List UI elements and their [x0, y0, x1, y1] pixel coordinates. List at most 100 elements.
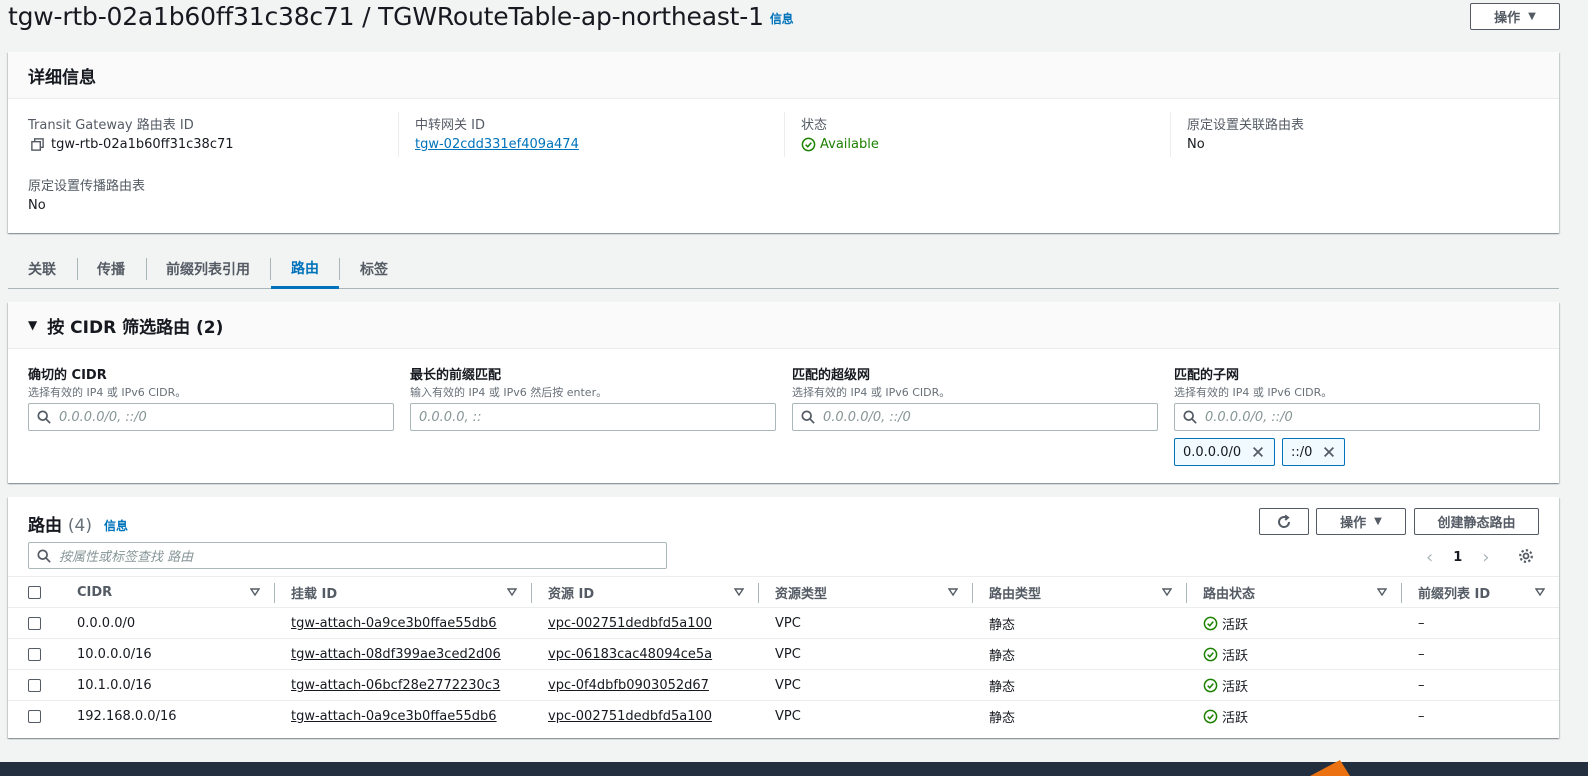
supernet-input[interactable]: 0.0.0.0/0, ::/0 [792, 403, 1158, 431]
subnet-label: 匹配的子网 [1174, 368, 1240, 383]
page-number[interactable]: 1 [1453, 550, 1462, 565]
close-icon[interactable] [1251, 445, 1265, 459]
refresh-button[interactable] [1259, 508, 1309, 535]
create-static-route-button[interactable]: 创建静态路由 [1414, 508, 1539, 535]
page-title-text: tgw-rtb-02a1b60ff31c38c71 / TGWRouteTabl… [8, 2, 764, 31]
details-panel: 详细信息 Transit Gateway 路由表 ID tgw-rtb-02a1… [8, 52, 1559, 233]
column-attachment-id[interactable]: 挂载 ID [291, 577, 337, 608]
column-resource-id[interactable]: 资源 ID [548, 577, 594, 608]
details-panel-title: 详细信息 [8, 52, 1559, 99]
cell-route-type: 静态 [989, 680, 1016, 695]
cell-attachment-link[interactable]: tgw-attach-06bcf28e2772230c3 [291, 670, 500, 701]
row-checkbox[interactable] [28, 710, 41, 723]
caret-down-icon: ▼ [1374, 516, 1382, 527]
subnet-input[interactable]: 0.0.0.0/0, ::/0 [1174, 403, 1540, 431]
routes-actions-button[interactable]: 操作 ▼ [1316, 508, 1406, 535]
feedback-tab[interactable] [1300, 756, 1360, 776]
longest-prefix-placeholder: 0.0.0.0, :: [419, 409, 482, 425]
search-icon [1183, 410, 1197, 424]
cell-attachment-link[interactable]: tgw-attach-0a9ce3b0ffae55db6 [291, 701, 497, 732]
sort-icon[interactable] [250, 587, 260, 597]
row-checkbox[interactable] [28, 679, 41, 692]
cell-cidr: 10.1.0.0/16 [77, 678, 152, 693]
exact-cidr-input[interactable]: 0.0.0.0/0, ::/0 [28, 403, 394, 431]
caret-down-icon[interactable]: ▼ [28, 318, 37, 332]
supernet-desc: 选择有效的 IP4 或 IPv6 CIDR。 [792, 386, 951, 399]
transit-gateway-id-text[interactable]: tgw-02cdd331ef409a474 [415, 137, 579, 152]
cidr-filter-header[interactable]: ▼ 按 CIDR 筛选路由 (2) [8, 302, 1559, 349]
sort-icon[interactable] [948, 587, 958, 597]
column-cidr[interactable]: CIDR [77, 577, 112, 608]
routes-info-link[interactable]: 信息 [104, 519, 128, 533]
cell-resource-link[interactable]: vpc-06183cac48094ce5a [548, 639, 712, 670]
longest-prefix-desc: 输入有效的 IP4 或 IPv6 然后按 enter。 [410, 386, 608, 399]
status-label: 状态 [801, 118, 828, 133]
cell-resource-type: VPC [775, 647, 801, 662]
supernet-placeholder: 0.0.0.0/0, ::/0 [823, 409, 911, 425]
sort-icon[interactable] [1377, 587, 1387, 597]
tab-prefix-list-references[interactable]: 前缀列表引用 [166, 250, 250, 288]
cell-resource-type: VPC [775, 616, 801, 631]
route-state-text: 活跃 [1222, 680, 1249, 695]
transit-gateway-id-label: 中转网关 ID [415, 118, 485, 133]
cell-prefix-list-id: – [1418, 647, 1425, 662]
check-circle-icon [801, 137, 816, 152]
longest-prefix-input[interactable]: 0.0.0.0, :: [410, 403, 776, 431]
caret-down-icon: ▼ [1528, 11, 1536, 22]
sort-icon[interactable] [507, 587, 517, 597]
cell-resource-link[interactable]: vpc-0f4dbfb0903052d67 [548, 670, 709, 701]
search-icon [801, 410, 815, 424]
cell-prefix-list-id: – [1418, 678, 1425, 693]
row-checkbox[interactable] [28, 648, 41, 661]
cell-attachment-link[interactable]: tgw-attach-08df399ae3ced2d06 [291, 639, 501, 670]
cell-attachment-link[interactable]: tgw-attach-0a9ce3b0ffae55db6 [291, 608, 497, 639]
tab-tags[interactable]: 标签 [360, 250, 388, 288]
page-title: tgw-rtb-02a1b60ff31c38c71 / TGWRouteTabl… [8, 2, 794, 31]
column-route-state[interactable]: 路由状态 [1203, 577, 1255, 608]
table-row[interactable]: 192.168.0.0/16 tgw-attach-0a9ce3b0ffae55… [8, 701, 1559, 732]
actions-button[interactable]: 操作 ▼ [1470, 3, 1560, 30]
cell-route-type: 静态 [989, 649, 1016, 664]
column-separator [972, 583, 973, 603]
routes-search-placeholder: 按属性或标签查找 路由 [59, 550, 194, 565]
tab-separator [339, 258, 340, 280]
tab-routes[interactable]: 路由 [271, 250, 339, 289]
table-row[interactable]: 10.0.0.0/16 tgw-attach-08df399ae3ced2d06… [8, 639, 1559, 670]
cidr-filter-panel: ▼ 按 CIDR 筛选路由 (2) 确切的 CIDR 选择有效的 IP4 或 I… [8, 302, 1559, 483]
cell-cidr: 192.168.0.0/16 [77, 709, 177, 724]
sort-icon[interactable] [734, 587, 744, 597]
column-prefix-list-id[interactable]: 前缀列表 ID [1418, 577, 1490, 608]
search-icon [37, 410, 51, 424]
column-route-type[interactable]: 路由类型 [989, 577, 1041, 608]
select-all-checkbox[interactable] [28, 586, 41, 599]
cell-resource-link[interactable]: vpc-002751dedbfd5a100 [548, 701, 712, 732]
table-row[interactable]: 0.0.0.0/0 tgw-attach-0a9ce3b0ffae55db6 v… [8, 608, 1559, 639]
route-table-id-value: tgw-rtb-02a1b60ff31c38c71 [30, 137, 234, 152]
row-checkbox[interactable] [28, 617, 41, 630]
sort-icon[interactable] [1535, 587, 1545, 597]
table-row[interactable]: 10.1.0.0/16 tgw-attach-06bcf28e2772230c3… [8, 670, 1559, 701]
cell-cidr: 10.0.0.0/16 [77, 647, 152, 662]
chevron-left-icon[interactable]: ‹ [1426, 547, 1433, 568]
cell-resource-type: VPC [775, 709, 801, 724]
refresh-icon [1278, 514, 1291, 528]
cell-resource-link[interactable]: vpc-002751dedbfd5a100 [548, 608, 712, 639]
cell-route-type: 静态 [989, 711, 1016, 726]
copy-icon[interactable] [30, 137, 45, 152]
chevron-right-icon[interactable]: › [1482, 547, 1489, 568]
routes-search-input[interactable]: 按属性或标签查找 路由 [28, 542, 667, 569]
exact-cidr-desc: 选择有效的 IP4 或 IPv6 CIDR。 [28, 386, 187, 399]
divider [784, 112, 785, 157]
tab-propagations[interactable]: 传播 [97, 250, 125, 288]
tab-associations[interactable]: 关联 [28, 250, 56, 288]
info-link[interactable]: 信息 [770, 12, 794, 26]
column-resource-type[interactable]: 资源类型 [775, 577, 827, 608]
close-icon[interactable] [1322, 445, 1336, 459]
default-association-value: No [1187, 137, 1205, 152]
default-association-label: 原定设置关联路由表 [1187, 118, 1305, 133]
gear-icon[interactable] [1518, 548, 1534, 564]
default-propagation-value: No [28, 198, 46, 213]
cell-route-state: 活跃 [1203, 608, 1248, 639]
sort-icon[interactable] [1162, 587, 1172, 597]
transit-gateway-id-link[interactable]: tgw-02cdd331ef409a474 [415, 137, 579, 152]
